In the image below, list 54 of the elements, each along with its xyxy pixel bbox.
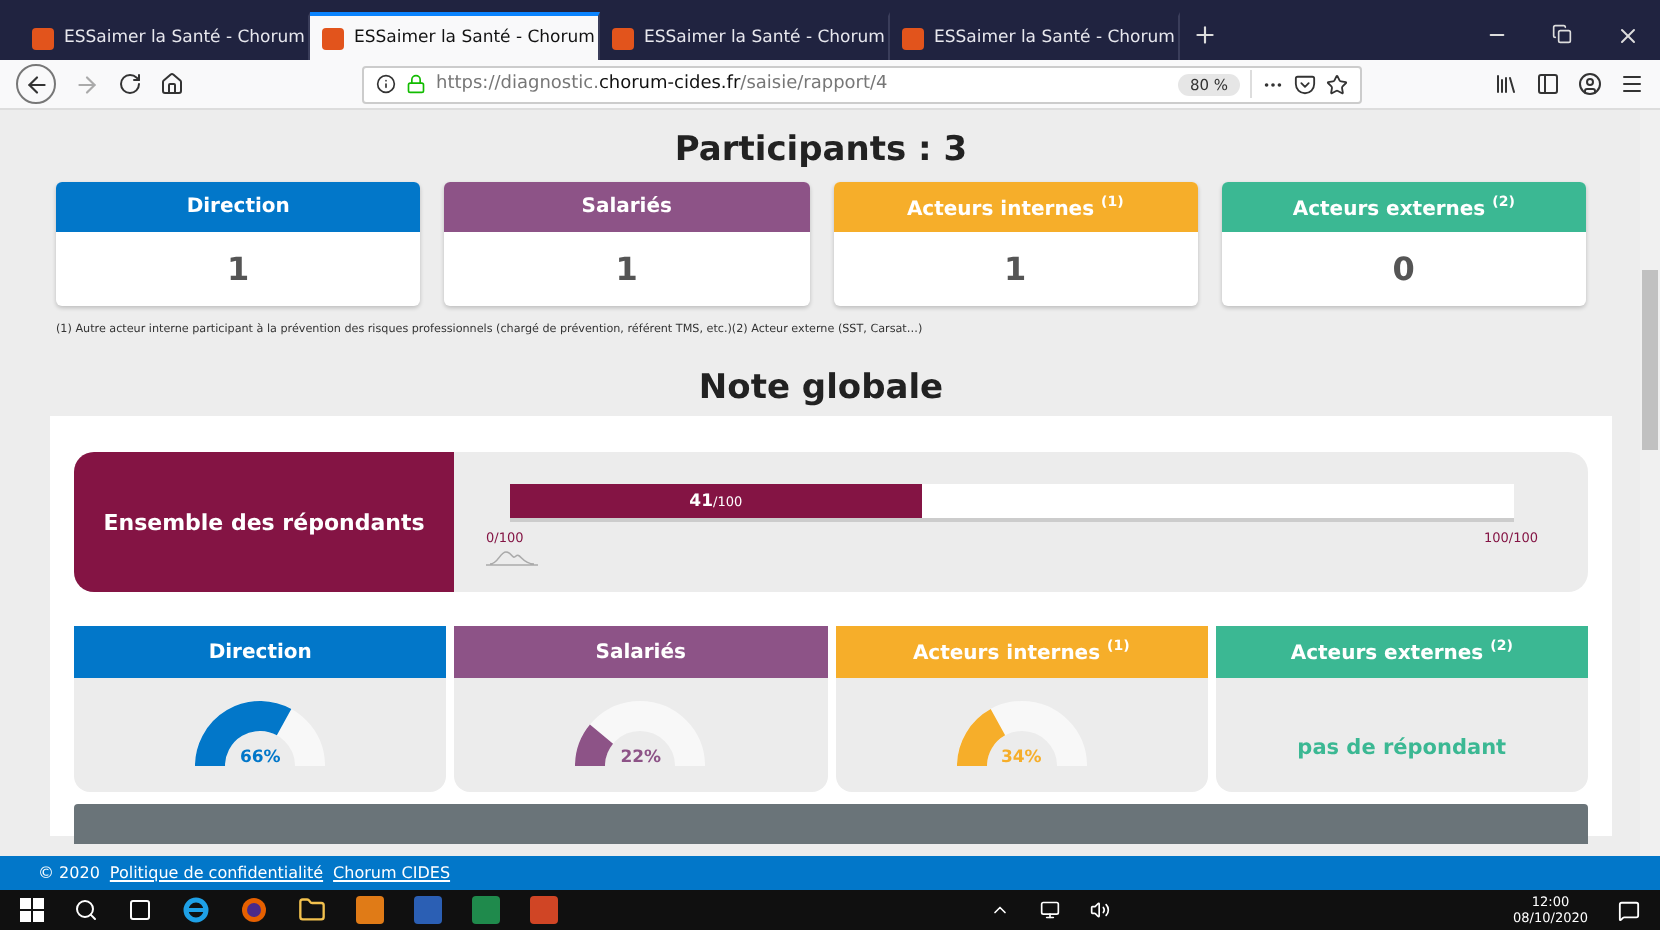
participant-count: 1 — [1004, 250, 1027, 288]
section-title: Note globale — [696, 366, 946, 412]
home-icon[interactable] — [160, 72, 184, 96]
card-header: Salariés — [444, 182, 809, 232]
search-icon[interactable] — [74, 898, 98, 922]
gauge-reading: 22% — [618, 748, 664, 768]
menu-icon[interactable] — [1620, 72, 1644, 96]
back-button[interactable] — [16, 64, 56, 104]
close-icon[interactable] — [1616, 24, 1640, 48]
card-header: Salariés — [454, 626, 827, 678]
folder-icon[interactable] — [298, 896, 326, 924]
network-icon[interactable] — [1040, 900, 1061, 920]
volume-icon[interactable] — [1090, 900, 1111, 920]
reload-icon[interactable] — [118, 72, 142, 96]
favicon-icon — [32, 27, 54, 49]
footer-link[interactable]: Chorum CIDES — [333, 864, 451, 882]
browser-tab[interactable]: ESSaimer la Santé - Chorum — [310, 12, 600, 60]
favicon-icon — [612, 27, 634, 49]
info-icon[interactable] — [376, 74, 396, 94]
favicon-icon — [902, 27, 924, 49]
card-header: Acteurs externes $^{(2)}$ — [1215, 626, 1588, 678]
card-header: Acteurs internes $^{(1)}$ — [835, 626, 1208, 678]
card-header: Acteurs externes $^{(2)}$ — [1221, 182, 1586, 232]
notification-icon[interactable] — [1618, 899, 1640, 921]
card-header: Direction — [74, 626, 447, 678]
new-tab-icon[interactable] — [1192, 22, 1218, 48]
task-view-icon[interactable] — [128, 898, 152, 922]
back-icon[interactable] — [23, 71, 49, 97]
sidebar-icon[interactable] — [1536, 72, 1560, 96]
library-icon[interactable] — [1494, 72, 1518, 96]
score-label: Ensemble des répondants — [74, 452, 454, 592]
footer-link[interactable]: Politique de confidentialité — [109, 864, 324, 882]
card-header: Acteurs internes $^{(1)}$ — [833, 182, 1198, 232]
card-header: Direction — [56, 182, 421, 232]
gauge-reading: 34% — [998, 748, 1044, 768]
favicon-icon — [322, 27, 344, 49]
lock-icon — [406, 74, 426, 94]
gauge-reading: 66% — [237, 748, 283, 768]
windows-icon[interactable] — [20, 898, 44, 922]
empty-message: pas de répondant — [1297, 736, 1507, 764]
pocket-icon[interactable] — [1294, 73, 1316, 95]
star-icon[interactable] — [1326, 73, 1348, 95]
participant-count: 1 — [227, 250, 250, 288]
participant-count: 1 — [615, 250, 638, 288]
gauge-chart — [955, 700, 1088, 768]
distribution-icon — [486, 550, 538, 566]
gauge-chart — [194, 700, 327, 768]
participant-count: 0 — [1392, 250, 1415, 288]
copyright: © 2020 — [38, 864, 100, 882]
restore-icon[interactable] — [1552, 24, 1572, 44]
account-icon[interactable] — [1578, 72, 1602, 96]
url-text: https://diagnostic.chorum-cides.fr/saisie/rapport/4 — [436, 74, 890, 94]
gauge-chart — [574, 700, 707, 768]
section-title: Participants : 3 — [672, 128, 970, 174]
